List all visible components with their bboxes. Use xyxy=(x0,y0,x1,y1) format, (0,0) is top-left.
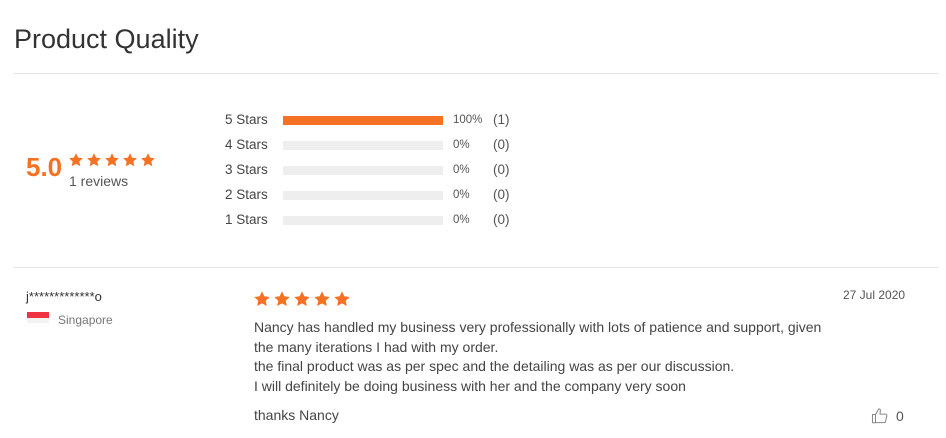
distribution-bar xyxy=(283,216,443,225)
distribution-count: (0) xyxy=(493,137,510,152)
distribution-percent: 100% xyxy=(453,114,483,126)
distribution-label: 5 Stars xyxy=(225,112,268,127)
divider xyxy=(14,267,938,268)
distribution-row-1[interactable]: 1 Stars 0% (0) xyxy=(225,210,525,235)
distribution-label: 3 Stars xyxy=(225,162,268,177)
distribution-percent: 0% xyxy=(453,214,470,226)
distribution-count: (1) xyxy=(493,112,510,127)
distribution-count: (0) xyxy=(493,212,510,227)
star-icon xyxy=(86,152,102,168)
star-icon xyxy=(140,152,156,168)
distribution-label: 2 Stars xyxy=(225,187,268,202)
distribution-row-3[interactable]: 3 Stars 0% (0) xyxy=(225,160,525,185)
divider xyxy=(14,73,938,74)
distribution-count: (0) xyxy=(493,187,510,202)
distribution-percent: 0% xyxy=(453,189,470,201)
star-icon xyxy=(313,290,331,308)
distribution-fill xyxy=(283,116,443,125)
review-body: Nancy has handled my business very profe… xyxy=(254,318,834,396)
review-line: the final product was as per spec and th… xyxy=(254,358,735,374)
review-date: 27 Jul 2020 xyxy=(843,288,906,302)
distribution-percent: 0% xyxy=(453,164,470,176)
like-button[interactable]: 0 xyxy=(871,407,904,425)
star-icon xyxy=(273,290,291,308)
average-rating: 5.0 xyxy=(26,152,63,182)
review-count: 1 reviews xyxy=(69,173,129,189)
star-icon xyxy=(68,152,84,168)
distribution-label: 4 Stars xyxy=(225,137,268,152)
review-line: I will definitely be doing business with… xyxy=(254,377,686,394)
review-country: Singapore xyxy=(58,313,113,327)
star-icon xyxy=(253,290,271,308)
review-line: Nancy has handled my business very profe… xyxy=(254,319,822,335)
distribution-bar xyxy=(283,191,443,200)
distribution-bar xyxy=(283,166,443,175)
star-icon xyxy=(104,152,120,168)
review-closing: thanks Nancy xyxy=(254,407,339,423)
star-icon xyxy=(333,290,351,308)
distribution-row-2[interactable]: 2 Stars 0% (0) xyxy=(225,185,525,210)
distribution-row-4[interactable]: 4 Stars 0% (0) xyxy=(225,135,525,160)
review-author: j*************o xyxy=(26,289,102,304)
rating-distribution: 5 Stars 100% (1) 4 Stars 0% (0) 3 Stars … xyxy=(225,110,525,235)
distribution-count: (0) xyxy=(493,162,510,177)
distribution-bar xyxy=(283,116,443,125)
singapore-flag-icon xyxy=(27,312,49,323)
distribution-percent: 0% xyxy=(453,139,470,151)
distribution-label: 1 Stars xyxy=(225,212,268,227)
distribution-row-5[interactable]: 5 Stars 100% (1) xyxy=(225,110,525,135)
like-count: 0 xyxy=(896,408,904,424)
thumbs-up-icon[interactable] xyxy=(871,407,889,425)
distribution-bar xyxy=(283,141,443,150)
review-stars xyxy=(253,290,353,308)
review-line: the many iterations I had with my order. xyxy=(254,338,499,355)
star-icon xyxy=(293,290,311,308)
average-stars xyxy=(68,152,158,170)
star-icon xyxy=(122,152,138,168)
section-title: Product Quality xyxy=(14,24,199,54)
